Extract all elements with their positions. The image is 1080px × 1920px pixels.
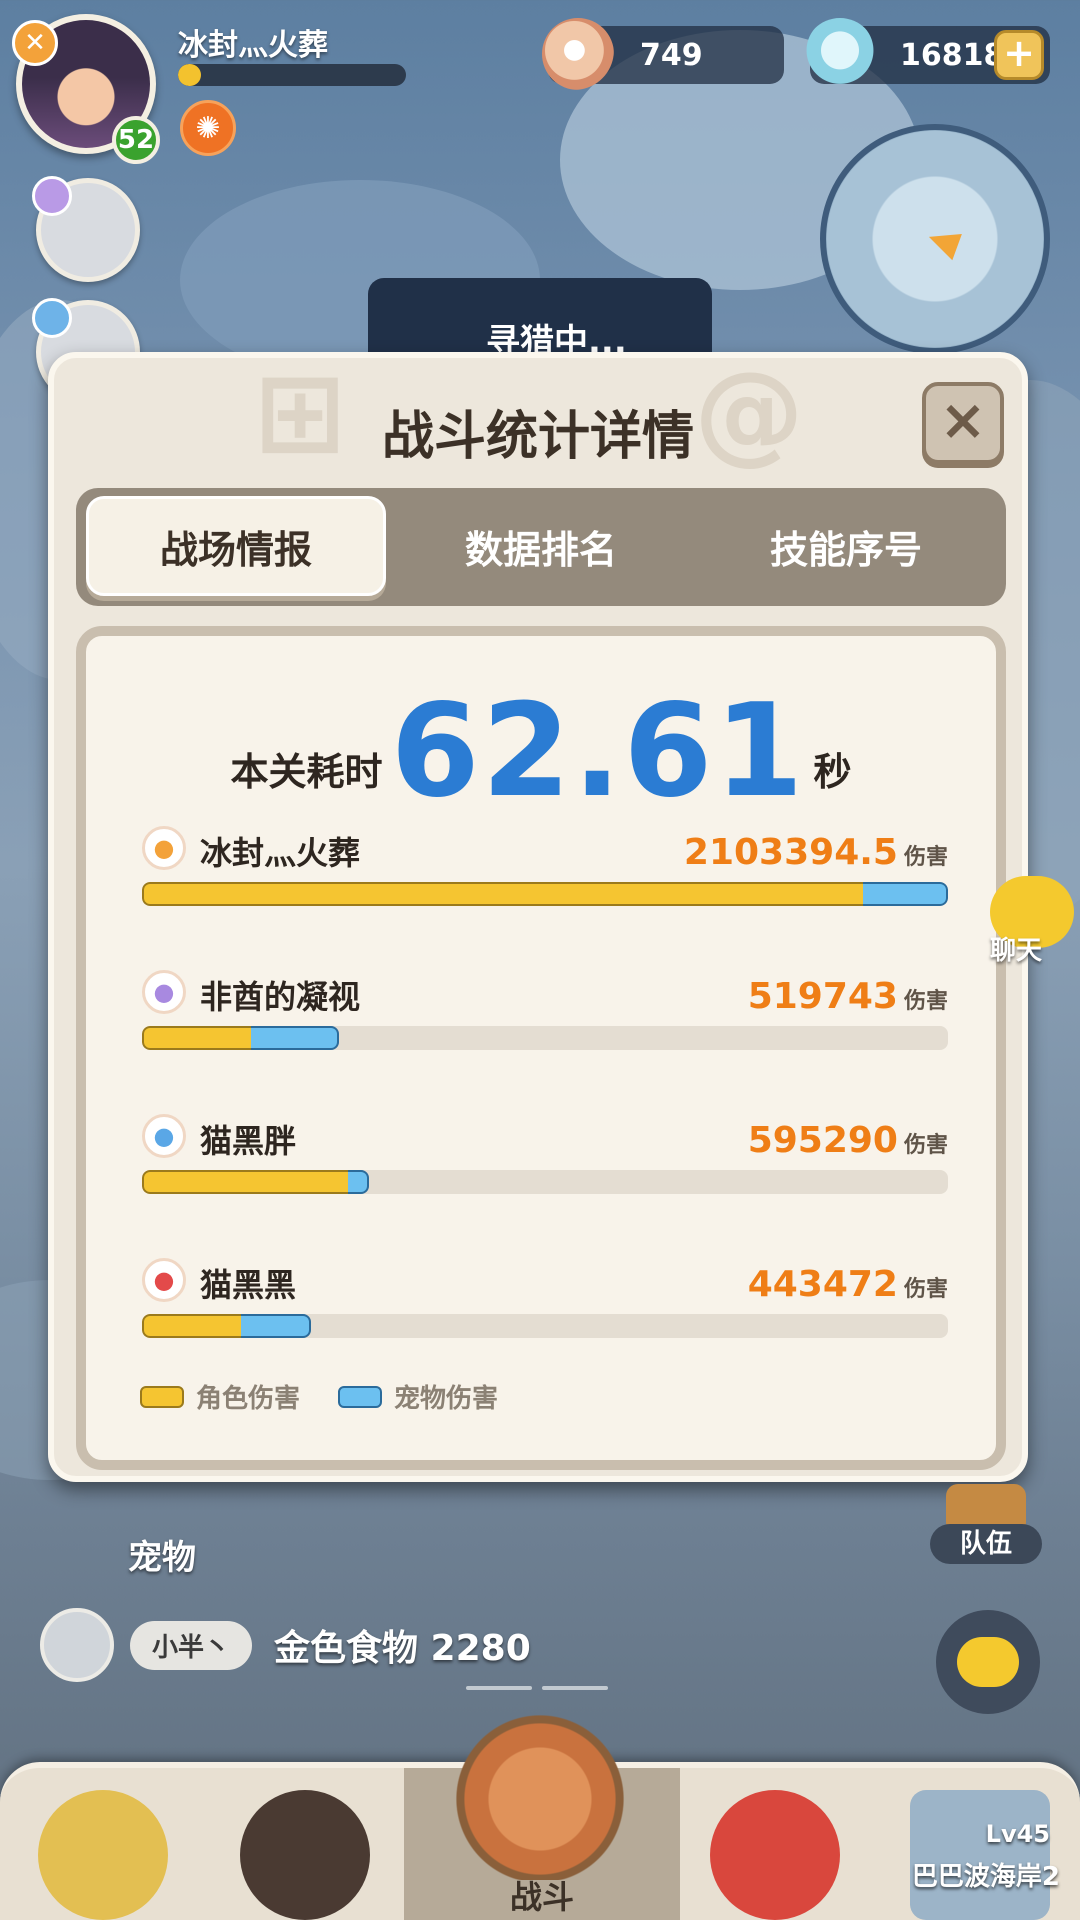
pearl-currency[interactable]: 749 — [542, 18, 784, 90]
tab-battle-info[interactable]: 战场情报 — [86, 496, 386, 596]
role-damage-bar — [142, 1026, 251, 1050]
open-chat-button[interactable] — [936, 1610, 1040, 1714]
role-damage-bar — [142, 1170, 348, 1194]
clear-time-value: 62.61 — [390, 677, 806, 826]
player-name: 猫黑黑 — [200, 1266, 297, 1304]
shell-icon — [804, 18, 876, 90]
close-button[interactable]: × — [922, 382, 1004, 464]
player-damage-row: ● 冰封灬火葬 2103394.5 伤害 — [142, 826, 948, 936]
chat-shortcut-label: 聊天 — [990, 936, 1043, 966]
role-damage-bar — [142, 882, 864, 906]
player-class-icon: ● — [142, 826, 186, 870]
damage-bar — [142, 882, 948, 906]
nav-character-icon[interactable] — [38, 1790, 168, 1920]
add-currency-button[interactable]: + — [994, 30, 1044, 80]
clear-time-label: 本关耗时 — [230, 750, 383, 794]
damage-unit: 伤害 — [903, 989, 948, 1014]
damage-value: 595290 — [747, 1120, 898, 1161]
damage-value: 443472 — [747, 1264, 898, 1305]
pet-damage-swatch — [338, 1385, 383, 1408]
team-button[interactable]: 队伍 — [930, 1484, 1042, 1564]
player-class-icon: ● — [142, 1114, 186, 1158]
pet-damage-bar — [241, 1314, 312, 1338]
modal-title: 战斗统计详情 — [381, 407, 694, 467]
map-level: Lv45 — [985, 1820, 1050, 1848]
page-indicator — [466, 1686, 532, 1690]
damage-total: 595290 伤害 — [748, 1120, 948, 1161]
clear-time-unit: 秒 — [813, 750, 852, 794]
tab-data-ranking[interactable]: 数据排名 — [391, 496, 691, 596]
nav-hero-icon[interactable] — [240, 1790, 370, 1920]
exp-bar-fill — [178, 64, 201, 86]
class-icon: ✕ — [12, 20, 58, 66]
pet-damage-bar — [347, 1170, 370, 1194]
chat-avatar — [40, 1608, 114, 1682]
damage-value: 519743 — [747, 976, 898, 1017]
role-damage-bar — [142, 1314, 242, 1338]
damage-bar — [142, 1026, 948, 1050]
chat-message-text: 金色食物 2280 — [274, 1628, 531, 1669]
pet-damage-label: 宠物伤害 — [394, 1384, 499, 1414]
damage-total: 2103394.5 伤害 — [684, 832, 948, 873]
clear-time: 本关耗时 62.61 秒 — [86, 688, 996, 816]
damage-bar — [142, 1170, 948, 1194]
player-name: 猫黑胖 — [200, 1122, 297, 1160]
nav-pet-icon[interactable] — [710, 1790, 840, 1920]
pet-damage-bar — [863, 882, 948, 906]
party-class-icon — [32, 298, 72, 338]
exp-bar — [178, 64, 406, 86]
battle-totem-icon[interactable] — [450, 1700, 630, 1880]
pearl-icon — [542, 18, 614, 90]
player-damage-row: ● 猫黑胖 595290 伤害 — [142, 1114, 948, 1224]
damage-bar — [142, 1314, 948, 1338]
pearl-amount: 749 — [640, 37, 703, 73]
chat-bubble-icon — [957, 1637, 1019, 1687]
damage-unit: 伤害 — [903, 1133, 948, 1158]
chat-shortcut[interactable]: 聊天 — [970, 876, 1080, 966]
damage-total: 519743 伤害 — [748, 976, 948, 1017]
chat-sender-name: 小半丶 — [130, 1620, 253, 1670]
damage-unit: 伤害 — [903, 1277, 948, 1302]
damage-total: 443472 伤害 — [748, 1264, 948, 1305]
chat-message-overflow: 宠物 — [128, 1538, 196, 1578]
damage-value: 2103394.5 — [683, 832, 898, 873]
nav-battle-label: 战斗 — [509, 1878, 574, 1916]
player-damage-row: ● 猫黑黑 443472 伤害 — [142, 1258, 948, 1368]
player-name: 冰封灬火葬 — [200, 834, 361, 872]
player-damage-row: ● 非酋的凝视 519743 伤害 — [142, 970, 948, 1080]
damage-unit: 伤害 — [903, 845, 948, 870]
battle-stats-modal: ⊞ @ 战斗统计详情 × 战场情报 数据排名 技能序号 本关耗时 62.61 秒… — [48, 352, 1028, 1482]
tab-skill-order[interactable]: 技能序号 — [696, 496, 996, 596]
player-position-arrow-icon — [924, 223, 962, 261]
player-level-badge: 52 — [112, 116, 160, 164]
shell-currency[interactable]: 168182 + — [804, 18, 1050, 90]
player-name: 非酋的凝视 — [200, 978, 361, 1016]
chat-message[interactable]: 小半丶 金色食物 2280 — [40, 1608, 531, 1682]
party-class-icon — [32, 176, 72, 216]
buff-icon[interactable]: ✺ — [180, 100, 236, 156]
nav-map-icon[interactable] — [910, 1790, 1050, 1920]
pet-damage-bar — [250, 1026, 340, 1050]
team-label: 队伍 — [930, 1524, 1042, 1564]
damage-legend: 角色伤害 宠物伤害 — [140, 1378, 536, 1415]
player-class-icon: ● — [142, 1258, 186, 1302]
player-class-icon: ● — [142, 970, 186, 1014]
role-damage-swatch — [140, 1385, 184, 1408]
stats-tabs: 战场情报 数据排名 技能序号 — [76, 488, 1006, 606]
role-damage-label: 角色伤害 — [196, 1384, 301, 1414]
player-name: 冰封灬火葬 — [178, 28, 328, 63]
map-name: 巴巴波海岸2 — [911, 1862, 1060, 1892]
battle-info-panel: 本关耗时 62.61 秒 ● 冰封灬火葬 2103394.5 伤害 ● 非酋的凝视 5197… — [76, 626, 1006, 1470]
page-indicator — [542, 1686, 608, 1690]
minimap[interactable] — [820, 124, 1050, 354]
